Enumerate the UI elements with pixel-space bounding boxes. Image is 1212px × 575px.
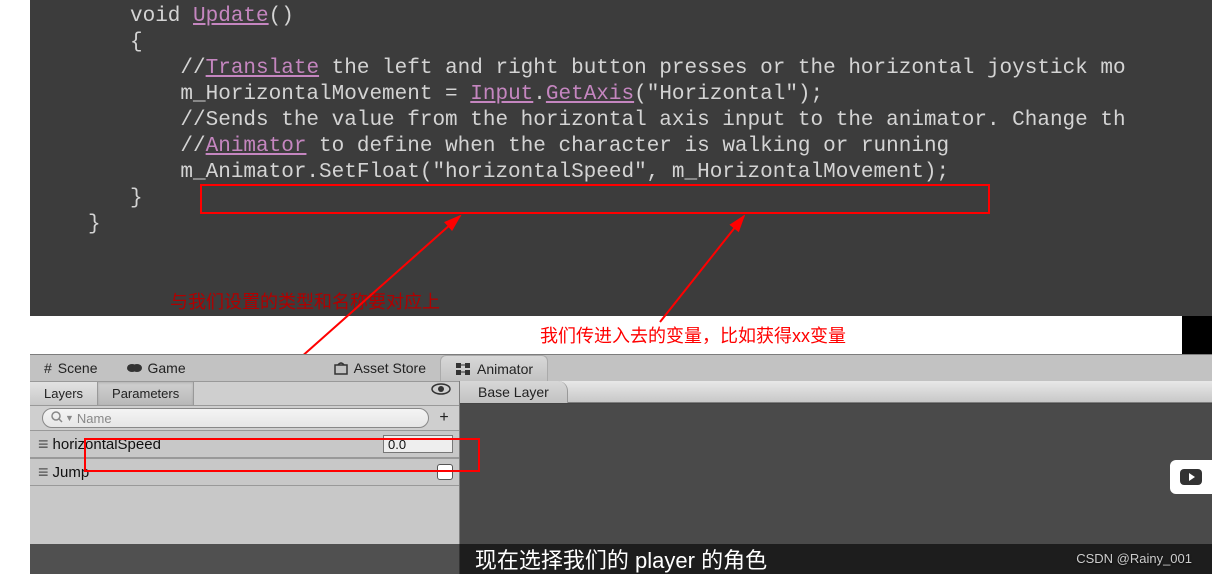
animator-icon [455, 362, 471, 376]
code-line: { [30, 30, 1212, 56]
tab-animator-label: Animator [477, 361, 533, 377]
annotation-right: 我们传进入去的变量，比如获得xx变量 [540, 322, 846, 348]
asset-icon [334, 361, 348, 375]
annotation-left: 与我们设置的类型和名称要对应上 [170, 288, 440, 314]
video-icon[interactable] [1170, 460, 1212, 494]
code-line: void Update() [30, 4, 1212, 30]
tab-animator[interactable]: Animator [440, 355, 548, 381]
getaxis-link: GetAxis [546, 83, 634, 106]
tab-scene-label: Scene [58, 360, 98, 376]
add-param-button[interactable]: + [435, 409, 453, 427]
eye-icon[interactable] [431, 382, 451, 405]
game-icon [126, 362, 142, 374]
code-editor: void Update() { //Translate the left and… [30, 0, 1212, 316]
search-icon [51, 411, 63, 426]
update-method: Update [193, 5, 269, 28]
breadcrumb-base-layer[interactable]: Base Layer [460, 381, 568, 403]
translate-link: Translate [206, 57, 319, 80]
code-line: //Animator to define when the character … [30, 134, 1212, 160]
tab-game[interactable]: Game [112, 355, 200, 381]
code-line: m_Animator.SetFloat("horizontalSpeed", m… [30, 160, 1212, 186]
highlight-box-param [84, 438, 480, 472]
tab-row: # Scene Game Asset Store Animator [30, 355, 1212, 381]
code-line: m_HorizontalMovement = Input.GetAxis("Ho… [30, 82, 1212, 108]
watermark: CSDN @Rainy_001 [1076, 551, 1192, 566]
tab-game-label: Game [148, 360, 186, 376]
search-placeholder: Name [77, 411, 112, 426]
code-line: //Sends the value from the horizontal ax… [30, 108, 1212, 134]
drag-handle-icon[interactable]: ≡ [38, 462, 43, 483]
subtab-parameters[interactable]: Parameters [98, 382, 194, 405]
highlight-box-code [200, 184, 990, 214]
animator-link: Animator [206, 135, 307, 158]
tab-asset-label: Asset Store [354, 360, 426, 376]
tab-asset-store[interactable]: Asset Store [320, 355, 440, 381]
code-line: } [30, 212, 1212, 238]
input-link: Input [470, 83, 533, 106]
code-line: //Translate the left and right button pr… [30, 56, 1212, 82]
chevron-down-icon: ▼ [65, 413, 74, 423]
scene-icon: # [44, 360, 52, 376]
drag-handle-icon[interactable]: ≡ [38, 434, 43, 455]
subtitle-strip: 现在选择我们的 player 的角色 [30, 544, 1212, 574]
subtab-layers[interactable]: Layers [30, 382, 98, 405]
search-input[interactable]: ▼ Name [42, 408, 429, 428]
tab-scene[interactable]: # Scene [30, 355, 112, 381]
